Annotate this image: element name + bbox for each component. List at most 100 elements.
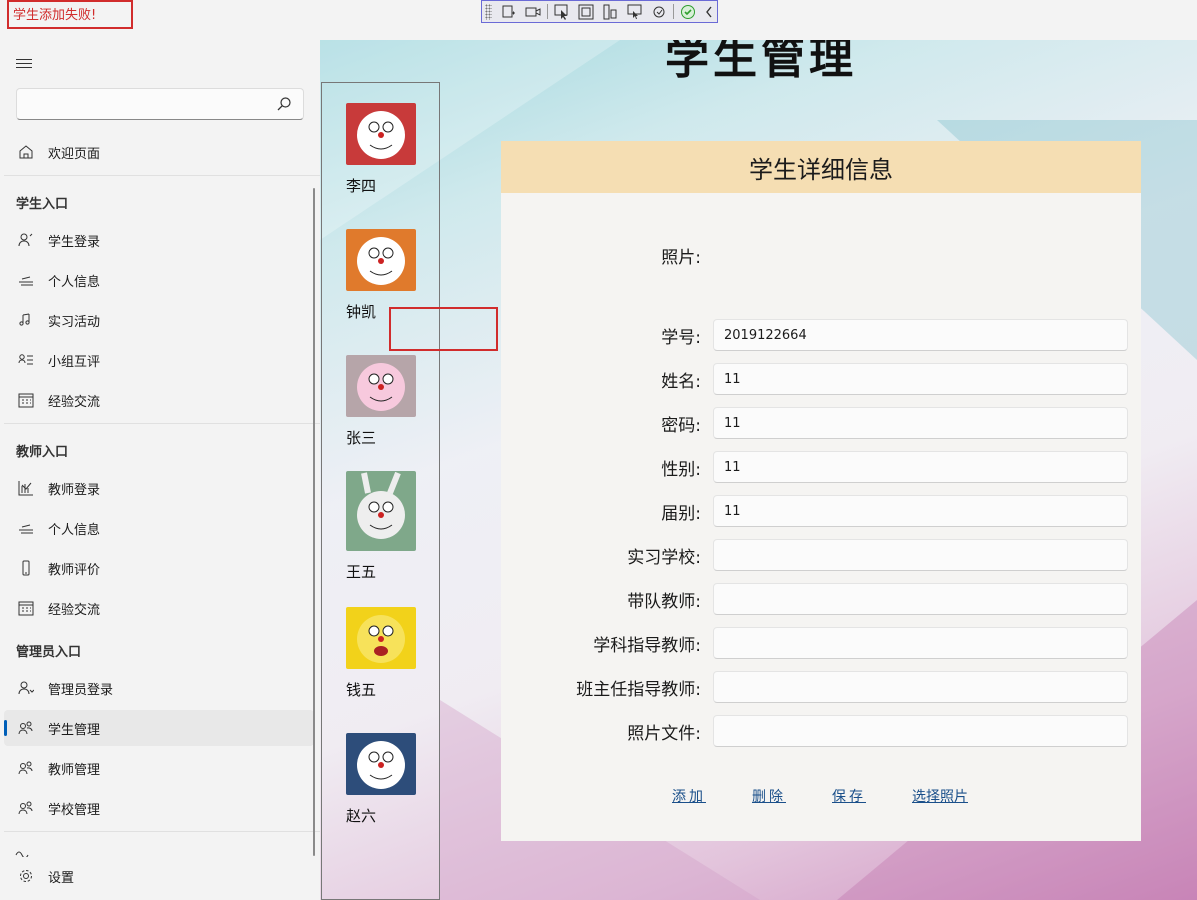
nav-label: 学生登录 bbox=[48, 234, 101, 250]
divider bbox=[4, 175, 320, 176]
divider bbox=[4, 831, 320, 832]
subject-advisor-input[interactable] bbox=[713, 627, 1128, 659]
photo-row: 照片: bbox=[501, 239, 1141, 271]
avatar bbox=[346, 733, 416, 795]
check-status-icon[interactable] bbox=[676, 1, 700, 22]
nav-label: 教师评价 bbox=[48, 562, 101, 578]
display-layout-icon[interactable] bbox=[574, 1, 598, 22]
field-row: 班主任指导教师: bbox=[501, 671, 1141, 703]
search-box[interactable] bbox=[16, 88, 304, 120]
password-input[interactable]: 11 bbox=[713, 407, 1128, 439]
hamburger-menu-icon[interactable] bbox=[14, 56, 34, 72]
nav-settings[interactable]: 设置 bbox=[4, 858, 314, 894]
highlight-box bbox=[389, 307, 498, 351]
field-row: 密码: 11 bbox=[501, 407, 1141, 439]
avatar bbox=[346, 103, 416, 165]
nav-student-login[interactable]: 学生登录 bbox=[4, 222, 314, 258]
navigation-sidebar: 欢迎页面 学生入口 学生登录 个人信息 实习活动 小组互评 经验交流 教师入口 bbox=[0, 40, 320, 900]
toolbar-separator bbox=[546, 4, 548, 19]
name-input[interactable]: 11 bbox=[713, 363, 1128, 395]
section-admin: 管理员入口 bbox=[16, 645, 82, 660]
nav-label: 个人信息 bbox=[48, 274, 101, 290]
record-icon[interactable] bbox=[521, 1, 545, 22]
track-focus-icon[interactable] bbox=[598, 1, 622, 22]
lead-teacher-input[interactable] bbox=[713, 583, 1128, 615]
student-name: 赵六 bbox=[346, 807, 377, 825]
field-label: 照片文件: bbox=[627, 724, 701, 744]
phone-icon bbox=[14, 556, 38, 580]
student-item[interactable]: 李四 bbox=[346, 103, 436, 196]
class-year-input[interactable]: 11 bbox=[713, 495, 1128, 527]
internship-school-input[interactable] bbox=[713, 539, 1128, 571]
nav-teacher-evaluation[interactable]: 教师评价 bbox=[4, 550, 314, 586]
student-name: 钱五 bbox=[346, 681, 377, 699]
field-label: 届别: bbox=[661, 504, 701, 524]
nav-label: 经验交流 bbox=[48, 602, 101, 618]
nav-label: 经验交流 bbox=[48, 394, 101, 410]
nav-label: 实习活动 bbox=[48, 314, 101, 330]
add-button[interactable]: 添加 bbox=[672, 786, 706, 806]
student-name: 张三 bbox=[346, 429, 377, 447]
nav-internship-activity[interactable]: 实习活动 bbox=[4, 302, 314, 338]
nav-admin-login[interactable]: 管理员登录 bbox=[4, 670, 314, 706]
student-detail-panel: 学生详细信息 照片: 学号: 2019122664 姓名: 11 密码: 11 … bbox=[501, 141, 1141, 841]
field-row: 实习学校: bbox=[501, 539, 1141, 571]
nav-label: 学生管理 bbox=[48, 722, 101, 738]
field-row: 学科指导教师: bbox=[501, 627, 1141, 659]
nav-student-management[interactable]: 学生管理 bbox=[4, 710, 314, 746]
student-list[interactable]: 李四 钟凯 张三 王五 钱五 赵六 bbox=[321, 82, 440, 900]
student-item[interactable]: 钱五 bbox=[346, 607, 436, 700]
field-label: 学科指导教师: bbox=[593, 636, 701, 656]
people-icon bbox=[14, 796, 38, 820]
nav-teacher-management[interactable]: 教师管理 bbox=[4, 750, 314, 786]
main-content: 学生管理 李四 钟凯 张三 王五 钱五 赵六 学生详细信息 照片: 学号: 20… bbox=[320, 40, 1197, 900]
avatar bbox=[346, 355, 416, 417]
divider bbox=[4, 423, 320, 424]
person-icon bbox=[14, 228, 38, 252]
search-icon[interactable] bbox=[275, 95, 293, 113]
binding-failures-icon[interactable] bbox=[647, 1, 671, 22]
nav-experience-exchange[interactable]: 经验交流 bbox=[4, 382, 314, 418]
delete-button[interactable]: 删除 bbox=[752, 786, 786, 806]
photo-file-input[interactable] bbox=[713, 715, 1128, 747]
nav-label: 小组互评 bbox=[48, 354, 101, 370]
nav-welcome[interactable]: 欢迎页面 bbox=[4, 134, 314, 170]
collapse-toolbar-icon[interactable] bbox=[700, 1, 717, 22]
field-row: 届别: 11 bbox=[501, 495, 1141, 527]
field-label: 密码: bbox=[661, 416, 701, 436]
nav-teacher-info[interactable]: 个人信息 bbox=[4, 510, 314, 546]
gender-input[interactable]: 11 bbox=[713, 451, 1128, 483]
choose-photo-button[interactable]: 选择照片 bbox=[912, 786, 968, 806]
nav-teacher-experience[interactable]: 经验交流 bbox=[4, 590, 314, 626]
nav-teacher-login[interactable]: 教师登录 bbox=[4, 470, 314, 506]
nav-label: 个人信息 bbox=[48, 522, 101, 538]
student-item[interactable]: 张三 bbox=[346, 355, 436, 448]
panel-header: 学生详细信息 bbox=[501, 141, 1141, 193]
nav-label: 教师管理 bbox=[48, 762, 101, 778]
select-element-icon[interactable] bbox=[550, 1, 574, 22]
avatar bbox=[346, 471, 416, 551]
field-label: 学号: bbox=[661, 328, 701, 348]
nav-peer-review[interactable]: 小组互评 bbox=[4, 342, 314, 378]
people-icon bbox=[14, 716, 38, 740]
live-visual-tree-icon[interactable] bbox=[496, 1, 520, 22]
field-label: 实习学校: bbox=[627, 548, 701, 568]
field-row: 学号: 2019122664 bbox=[501, 319, 1141, 351]
nav-student-info[interactable]: 个人信息 bbox=[4, 262, 314, 298]
debug-toolbar bbox=[481, 0, 718, 23]
student-item[interactable]: 赵六 bbox=[346, 733, 436, 826]
homeroom-advisor-input[interactable] bbox=[713, 671, 1128, 703]
student-item[interactable]: 王五 bbox=[346, 471, 436, 582]
student-id-input[interactable]: 2019122664 bbox=[713, 319, 1128, 351]
hot-reload-icon[interactable] bbox=[623, 1, 647, 22]
home-icon bbox=[14, 140, 38, 164]
calendar-icon bbox=[14, 596, 38, 620]
calendar-icon bbox=[14, 388, 38, 412]
nav-label: 学校管理 bbox=[48, 802, 101, 818]
field-row: 带队教师: bbox=[501, 583, 1141, 615]
toolbar-grip[interactable] bbox=[485, 3, 493, 20]
nav-school-management[interactable]: 学校管理 bbox=[4, 790, 314, 826]
sidebar-scrollbar[interactable] bbox=[313, 188, 315, 856]
save-button[interactable]: 保存 bbox=[832, 786, 866, 806]
section-teacher: 教师入口 bbox=[16, 445, 69, 460]
